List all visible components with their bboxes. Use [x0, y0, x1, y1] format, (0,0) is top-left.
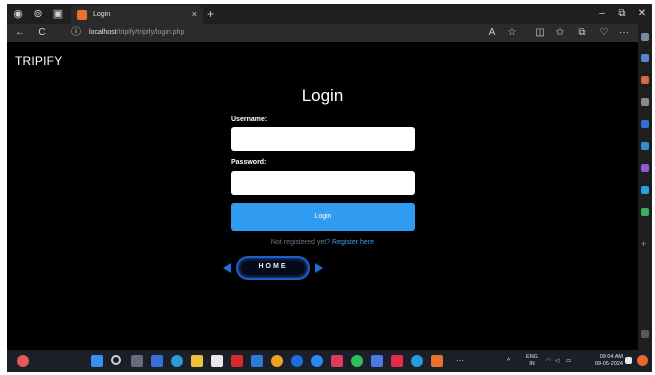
register-prompt: Not registered yet? Register here: [7, 239, 638, 246]
tab-bar: ◉ ⊚ ▣ Login × + – ⧉ ✕: [7, 4, 652, 24]
split-screen-icon[interactable]: ◫: [533, 26, 547, 40]
url-host: localhost: [89, 29, 117, 36]
battery-icon[interactable]: ▭: [566, 358, 571, 365]
new-tab-button[interactable]: +: [207, 7, 214, 21]
task-view-icon[interactable]: [131, 355, 143, 367]
home-button-label: HOME: [258, 263, 288, 270]
shopping-icon[interactable]: [641, 76, 649, 84]
collections-icon[interactable]: ⧉: [575, 26, 589, 40]
games-icon[interactable]: [641, 120, 649, 128]
app-blue-icon[interactable]: [311, 355, 323, 367]
tab-login[interactable]: Login ×: [71, 6, 203, 24]
url-field[interactable]: localhost/tripify/tripify/login.php: [89, 26, 184, 40]
username-label: Username:: [231, 116, 268, 123]
register-prompt-text: Not registered yet?: [270, 239, 331, 246]
url-path: /tripify/tripify/login.php: [116, 29, 185, 36]
extensions-icon[interactable]: ♡: [597, 26, 611, 40]
widgets-icon[interactable]: [151, 355, 163, 367]
login-button[interactable]: Login: [231, 203, 415, 231]
browser-window: ◉ ⊚ ▣ Login × + – ⧉ ✕ ← C ⓘ localhost/tr…: [7, 4, 652, 372]
start-icon[interactable]: [91, 355, 103, 367]
store-icon[interactable]: [211, 355, 223, 367]
clock-time[interactable]: 09:04 AM: [585, 354, 623, 361]
telegram-icon[interactable]: [641, 186, 649, 194]
password-input[interactable]: [231, 171, 415, 195]
tab-actions-icon[interactable]: ▣: [51, 7, 65, 21]
app-folder-icon[interactable]: [371, 355, 383, 367]
favorite-star-icon[interactable]: ☆: [505, 26, 519, 40]
site-info-icon[interactable]: ⓘ: [69, 26, 83, 40]
taskbar: ··· ^ ENG IN ◠ ◁ ▭ 09:04 AM 09-05-2024: [7, 350, 652, 372]
youtube-icon[interactable]: [391, 355, 403, 367]
more-menu-icon[interactable]: ···: [617, 26, 631, 40]
address-bar-row: ← C ⓘ localhost/tripify/tripify/login.ph…: [7, 24, 652, 42]
whatsapp-icon[interactable]: [351, 355, 363, 367]
reload-icon[interactable]: C: [35, 26, 49, 40]
read-aloud-icon[interactable]: A: [485, 26, 499, 40]
xampp-icon[interactable]: [431, 355, 443, 367]
back-icon[interactable]: ←: [13, 26, 27, 40]
tab-title: Login: [93, 11, 111, 18]
sidebar-app-icon[interactable]: [641, 54, 649, 62]
taskbar-overflow[interactable]: ···: [456, 357, 464, 365]
lang-region[interactable]: IN: [525, 361, 539, 368]
home-nav: HOME: [223, 255, 323, 281]
volume-icon[interactable]: ◁: [555, 358, 559, 365]
vscode-icon[interactable]: [251, 355, 263, 367]
office-icon[interactable]: [641, 142, 649, 150]
file-explorer-icon[interactable]: [191, 355, 203, 367]
facebook-icon[interactable]: [291, 355, 303, 367]
copilot-taskbar-icon[interactable]: [637, 355, 648, 366]
tab-close-icon[interactable]: ×: [192, 8, 197, 20]
search-icon[interactable]: [641, 33, 649, 41]
taskbar-search-icon[interactable]: [111, 355, 121, 365]
workspaces-icon[interactable]: ⊚: [31, 7, 45, 21]
app-red-icon[interactable]: [231, 355, 243, 367]
tools-icon[interactable]: [641, 98, 649, 106]
app-pink-icon[interactable]: [331, 355, 343, 367]
page-title: Login: [301, 86, 344, 105]
weather-icon[interactable]: [17, 355, 29, 367]
edge-sidebar: +: [638, 24, 652, 350]
arrow-left-icon: [223, 263, 231, 273]
add-icon[interactable]: +: [641, 240, 649, 249]
wifi-icon[interactable]: ◠: [546, 358, 551, 365]
username-input[interactable]: [231, 127, 415, 151]
page-content: TRIPIFY Login Username: Password: Login …: [7, 42, 638, 350]
settings-gear-icon[interactable]: [641, 330, 649, 338]
minimize-button[interactable]: –: [595, 7, 609, 21]
notification-bell-icon[interactable]: [625, 357, 632, 364]
arrow-right-icon: [315, 263, 323, 273]
favorites-icon[interactable]: ✩: [553, 26, 567, 40]
telegram-taskbar-icon[interactable]: [411, 355, 423, 367]
home-button[interactable]: HOME: [236, 256, 310, 280]
clock-date[interactable]: 09-05-2024: [585, 361, 623, 368]
close-window-button[interactable]: ✕: [635, 7, 649, 21]
tray-chevron-icon[interactable]: ^: [507, 358, 510, 365]
designer-icon[interactable]: [641, 164, 649, 172]
brand-logo[interactable]: TRIPIFY: [15, 54, 62, 68]
chrome-icon[interactable]: [271, 355, 283, 367]
favicon-icon: [77, 10, 87, 20]
lang-code[interactable]: ENG: [525, 354, 539, 361]
drop-icon[interactable]: [641, 208, 649, 216]
maximize-button[interactable]: ⧉: [615, 7, 629, 21]
register-link[interactable]: Register here: [332, 239, 374, 246]
profile-icon[interactable]: ◉: [11, 7, 25, 21]
password-label: Password:: [231, 159, 267, 166]
edge-icon[interactable]: [171, 355, 183, 367]
